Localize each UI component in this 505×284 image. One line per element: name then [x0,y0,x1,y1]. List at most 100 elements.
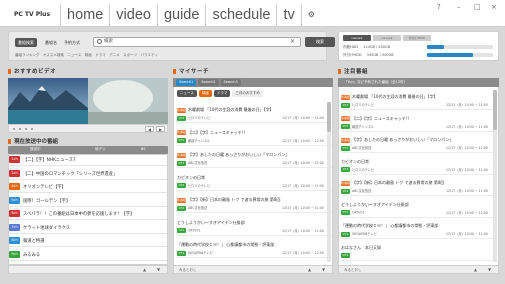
nav-tab-tv[interactable]: tv [276,4,300,26]
search-tab-1[interactable]: Search1 [176,79,197,86]
station-name: ABC文化放送 [188,161,208,165]
filter-drama[interactable]: ドラマ [213,90,231,97]
channel-program-title: スペパラ！！この番組は日本中の夢を応援します！【字】 [23,212,135,217]
filter-recommend[interactable]: 三月のおすすめ [232,90,263,97]
program-item[interactable]: どうしようかい～すぎアイデン仕掛部 071 OKTV01 12/17（月）10:00 … [177,220,332,236]
search-quick-links[interactable]: 番組ランキング オススメ検索 ニュース 映画 ドラマ アニメ スポーツ バラエテ… [15,53,158,58]
channel-badge: 071 [341,145,350,151]
carousel-prev-button[interactable]: ◀ [145,126,154,132]
program-title: 【字】あしたの日曜 あっさりがおいしい「マロンパン」 [188,152,290,157]
program-channel-line: 071 ABC文化放送 [341,188,371,194]
storage-tab-1[interactable]: nasne1 [343,35,371,41]
search-button[interactable]: 検索 [305,37,335,47]
header-col[interactable]: 放送中 [30,147,41,152]
channel-row[interactable]: 8ch 報道と特選 [9,236,167,247]
channel-badge: 2ch [9,169,20,177]
my-search-scrollbar[interactable] [327,102,331,262]
program-channel-line: 071 ヒロミのテレビ [341,102,374,108]
channel-row[interactable]: 2ch 【二】中国のロマンチック「シリーズ世界遺産」 [9,169,167,180]
scroll-thumb[interactable] [493,90,497,130]
program-item[interactable]: カピオンの日常 071 ヒロミのテレビ 12/17（月）10:00 ~ 11:00 [341,159,496,175]
station-name: ABC文化放送 [352,146,372,150]
channel-row[interactable]: 9ch みるみる [9,250,167,261]
program-item[interactable]: 新番組 木曜劇場 「10代の生涯の消費 最後の日」【字】 071 ヒロミのテレビ 12/… [341,94,496,110]
program-item[interactable]: 新番組 【字】あしたの日曜 あっさりがおいしい「マロンパン」 071 ABC文化放送 1… [177,152,332,168]
scroll-thumb[interactable] [327,102,331,132]
program-title: 【二】【字】ニュースキャッチ!! [352,115,410,121]
storage-tab-3[interactable]: 外付けHDD [403,35,431,41]
search-input[interactable]: 検索 [93,37,301,47]
channel-row[interactable]: 1ch 【二】【字】NHKニュース7 [9,155,167,166]
channel-badge: 5ch [9,196,20,204]
search-tab-program[interactable]: 番組検索 [15,38,37,47]
maximize-button[interactable]: □ [474,3,481,11]
nav-tab-home[interactable]: home [60,4,109,26]
see-more-link[interactable]: みるとおし [344,268,362,273]
storage-tab-2[interactable]: nasne2 [373,35,401,41]
channel-row[interactable]: 6ch スペパラ！！この番組は日本中の夢を応援します！【字】 [9,209,167,220]
channel-program-title: みるみる [23,252,41,258]
program-item[interactable]: どうしようかい～すぎアイデン仕掛部 071 OKTV01 12/17（月）10:00 … [341,202,496,218]
scroll-down-button[interactable]: ▼ [322,267,325,272]
program-item[interactable]: 新番組 木曜劇場 「10代の生涯の消費 最後の日」【字】 071 ヒロミのテレビ 12/… [177,107,332,123]
nav-tab-schedule[interactable]: schedule [205,4,276,26]
air-time: 12/17（月）10:00 ~ 11:00 [446,232,488,236]
program-item[interactable]: 「運動の時代学校ＣＨ！」 心都議都市の常態・評東部 071 SKYJAPANテレビ 1… [177,242,332,258]
filter-movie[interactable]: 映画 [198,90,212,97]
scroll-up-button[interactable]: ▲ [474,267,477,272]
channel-row[interactable]: 4ch オリオンテレビ【字】 [9,182,167,193]
channel-badge: 071 [341,124,350,129]
program-item[interactable]: 新番組 【二】【字】ニュースキャッチ!! 071 報道チャンネル 12/17（月）10:… [177,130,332,146]
scroll-up-button[interactable]: ▲ [308,267,311,272]
carousel-dot[interactable] [31,128,33,130]
air-time: 12/17（月）10:00 ~ 11:00 [446,167,488,172]
search-tab-2[interactable]: Search2 [198,79,219,86]
see-more-link[interactable]: みるとおし [179,268,197,273]
header-col[interactable]: BS [141,147,146,151]
carousel-dot[interactable] [19,128,21,130]
program-item[interactable]: 新番組 【字】【新】日本の離島 トク で波る異常の旅 第8回 071 ABC文化放送 1… [341,180,496,196]
carousel-dot[interactable] [25,128,27,130]
station-name: ABC文化放送 [188,206,208,210]
nav-tab-video[interactable]: video [109,4,157,26]
search-tab-method[interactable]: 予約方式 [61,38,83,47]
header-col[interactable]: 地デジ [95,147,106,152]
close-button[interactable]: × [491,3,497,11]
nav-tab-settings[interactable]: ⚙ [300,4,321,26]
carousel-dot[interactable] [13,128,15,130]
scroll-up-button[interactable]: ▲ [143,267,146,272]
channel-row[interactable]: 7ch ケラット地球ダイラクス [9,223,167,234]
storage-bar-2 [427,53,493,57]
program-title: 「運動の時代学校ＣＨ！」 心都議都市の常態・評東部 [177,242,275,247]
featured-video-thumbnail[interactable] [8,78,168,124]
featured-header: 「Yun」など予約された番組（全12件） [338,78,499,87]
program-channel-line: 071 ABC文化放送 [341,145,371,151]
channel-badge: 9ch [9,250,20,258]
program-title: カピオンの日常 [341,158,369,164]
clear-icon[interactable]: × [290,38,295,45]
top-bar: PC TV Plus home video guide schedule tv … [0,0,505,27]
program-item[interactable]: 「運動の時代学校ＣＨ！」 心都議都市の常態・評東部 071 SKYJAPANテレビ 1… [341,223,496,239]
nav-tab-guide[interactable]: guide [156,4,205,26]
new-badge: 新番組 [341,94,351,100]
filter-news[interactable]: ニュース [177,90,197,97]
new-badge: 新番組 [177,130,187,135]
new-badge: 新番組 [177,197,187,203]
scroll-down-button[interactable]: ▼ [157,267,160,272]
channel-row[interactable]: 5ch 国際！ゴールデン【字】 [9,196,167,207]
channel-badge: 071 [177,160,186,166]
program-item[interactable]: カピオンの日常 071 ヒロミのテレビ 12/17（月）10:00 ~ 11:00 [177,175,332,191]
minimize-button[interactable]: – [457,3,461,11]
program-item[interactable]: 新番組 【字】【新】日本の離島 トク で波る異常の旅 第8回 071 ABC文化放送 1… [177,197,332,213]
featured-scrollbar[interactable] [493,90,497,262]
channel-badge: 1ch [9,156,20,163]
program-title: 【二】【字】ニュースキャッチ!! [188,129,246,135]
search-tab-title[interactable]: 番組名 [42,38,60,47]
program-item[interactable]: 新番組 【二】【字】ニュースキャッチ!! 071 報道チャンネル 12/17（月）10:… [341,116,496,132]
scroll-down-button[interactable]: ▼ [488,267,491,272]
program-item[interactable]: おはなさん 本日又録 071 [341,245,496,261]
program-item[interactable]: 新番組 【字】あしたの日曜 あっさりがおいしい「マロンパン」 071 ABC文化放送 1… [341,137,496,153]
search-tab-3[interactable]: Search3 [220,79,241,86]
help-button[interactable]: ? [437,3,441,11]
carousel-next-button[interactable]: ▶ [156,126,165,132]
